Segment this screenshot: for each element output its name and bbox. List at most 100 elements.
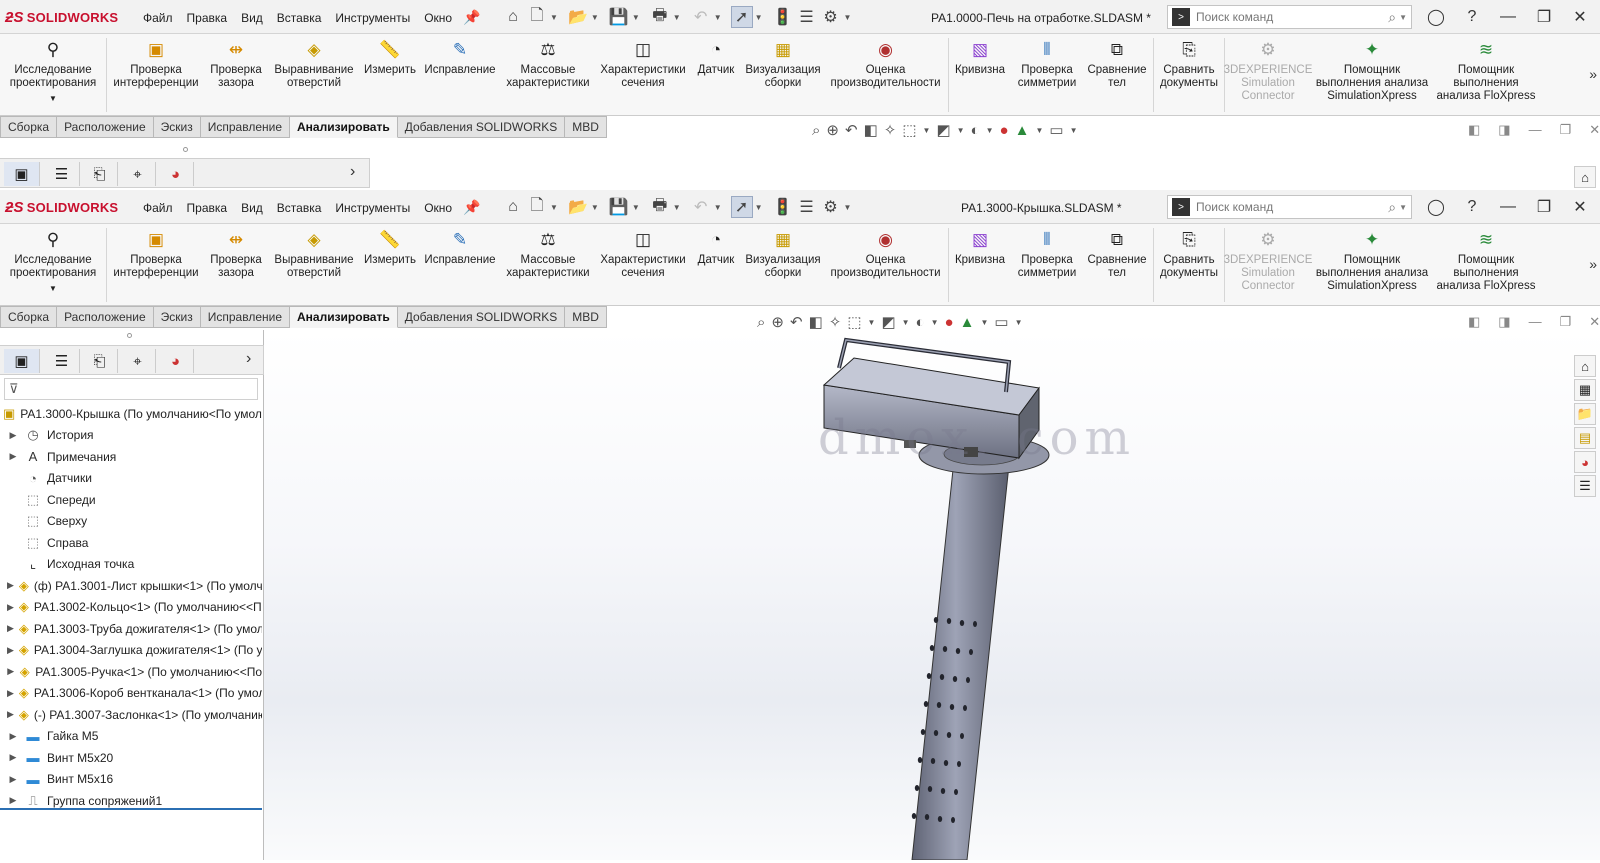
minimize-icon[interactable]: — (1497, 7, 1519, 27)
menu-insert[interactable]: Вставка (277, 201, 322, 215)
simulationxpress-button[interactable]: ✦ Помощник выполнения анализа SimulationX… (1313, 38, 1431, 103)
tree-item[interactable]: ▶ A Примечания (0, 446, 262, 468)
close-icon[interactable]: ✕ (1569, 7, 1591, 27)
prev-doc-icon[interactable]: ◧ (1468, 122, 1480, 138)
expand-arrow-icon[interactable]: ▶ (7, 580, 14, 591)
help-icon[interactable]: ? (1461, 7, 1483, 27)
tab-sketch[interactable]: Эскиз (153, 306, 201, 328)
filter-icon[interactable]: ⊽ (9, 381, 19, 396)
menu-tools[interactable]: Инструменты (335, 11, 410, 25)
view-settings-dropdown-icon[interactable]: ▼ (1070, 126, 1078, 135)
options-icon[interactable]: ⚙ (820, 6, 842, 28)
options-dropdown-icon[interactable]: ▼ (844, 203, 852, 212)
clearance-button[interactable]: ⇹ Проверка зазора (205, 38, 267, 90)
simulationxpress-button[interactable]: ✦ Помощник выполнения анализа SimulationX… (1313, 228, 1431, 293)
display-manager-tab-icon[interactable]: ◕ (158, 349, 194, 373)
mass-properties-button[interactable]: ⚖ Массовые характеристики (503, 228, 593, 280)
user-icon[interactable]: ◯ (1425, 197, 1447, 217)
new-document-icon[interactable]: 🗋 (526, 6, 548, 28)
tree-root[interactable]: ▣ PA1.3000-Крышка (По умолчанию<По умолча… (0, 403, 262, 425)
display-style-dropdown-icon[interactable]: ▼ (902, 318, 910, 327)
sensor-button[interactable]: ◔ Датчик (692, 228, 740, 267)
tab-sketch[interactable]: Эскиз (153, 116, 201, 138)
tree-item[interactable]: ▶ ◷ История (0, 425, 262, 447)
fix-button[interactable]: ✎ Исправление (422, 38, 498, 77)
scene-dropdown-icon[interactable]: ▼ (1035, 126, 1043, 135)
restore-icon[interactable]: ❐ (1533, 197, 1555, 217)
close-icon[interactable]: ✕ (1569, 197, 1591, 217)
tree-item[interactable]: ⬚ Спереди (0, 489, 262, 511)
feature-manager-tab-icon[interactable]: ▣ (4, 162, 40, 186)
hide-show-dropdown-icon[interactable]: ▼ (986, 126, 994, 135)
tree-item[interactable]: ▶ ◈ PA1.3005-Ручка<1> (По умолчанию<<По (0, 661, 262, 683)
view-settings-icon[interactable]: ▭ (994, 313, 1008, 331)
previous-view-icon[interactable]: ↶ (790, 313, 803, 331)
ribbon-more-icon[interactable]: » (1589, 256, 1597, 272)
open-icon[interactable]: 📂 (567, 196, 589, 218)
compare-documents-button[interactable]: ⎘ Сравнить документы (1157, 228, 1221, 280)
tree-item[interactable]: ⬚ Сверху (0, 511, 262, 533)
new-document-icon[interactable]: 🗋 (526, 196, 548, 218)
select-dropdown-icon[interactable]: ▼ (755, 13, 763, 22)
fix-button[interactable]: ✎ Исправление (422, 228, 498, 267)
menu-tools[interactable]: Инструменты (335, 201, 410, 215)
select-icon[interactable]: ➚ (730, 196, 753, 218)
tab-assembly[interactable]: Сборка (0, 306, 58, 328)
task-pane-explorer-icon[interactable]: 📁 (1574, 403, 1596, 425)
file-properties-icon[interactable]: ☰ (796, 196, 818, 218)
investigate-button[interactable]: ⚲ Исследование проектирования ▼ (7, 228, 99, 295)
view-settings-icon[interactable]: ▭ (1049, 121, 1063, 139)
panel-handle-icon[interactable] (127, 333, 132, 338)
zoom-area-icon[interactable]: ⊕ (826, 121, 839, 139)
floxpress-button[interactable]: ≋ Помощник выполнения анализа FloXpress (1436, 38, 1536, 103)
tab-layout[interactable]: Расположение (57, 116, 154, 138)
tab-addins[interactable]: Добавления SOLIDWORKS (397, 116, 566, 138)
task-pane-library-icon[interactable]: ▦ (1574, 379, 1596, 401)
property-manager-tab-icon[interactable]: ☰ (44, 349, 80, 373)
hole-align-button[interactable]: ◈ Выравнивание отверстий (271, 228, 357, 280)
home-icon[interactable]: ⌂ (502, 6, 524, 28)
tree-item[interactable]: ▶ ▬ Винт М5х20 (0, 747, 262, 769)
tree-item[interactable]: ▶ ◈ PA1.3006-Короб вентканала<1> (По умолч (0, 683, 262, 705)
view-orientation-icon[interactable]: ⬚ (902, 121, 916, 139)
manager-expand-icon[interactable]: › (350, 163, 355, 181)
expand-arrow-icon[interactable]: ▶ (7, 645, 14, 656)
expand-arrow-icon[interactable]: ▶ (7, 602, 14, 613)
rebuild-icon[interactable]: 🚦 (772, 196, 794, 218)
expand-arrow-icon[interactable]: ▶ (7, 774, 19, 785)
section-view-icon[interactable]: ◧ (864, 121, 878, 139)
symmetry-button[interactable]: ⫴ Проверка симметрии (1012, 228, 1082, 280)
expand-arrow-icon[interactable]: ▶ (7, 709, 14, 720)
open-dropdown-icon[interactable]: ▼ (591, 13, 599, 22)
next-doc-icon[interactable]: ◨ (1498, 122, 1510, 138)
tab-markup[interactable]: Исправление (200, 306, 290, 328)
scene-icon[interactable]: ▲ (960, 314, 975, 331)
menu-file[interactable]: Файл (143, 201, 173, 215)
pin-icon[interactable]: 📌 (463, 9, 480, 26)
undo-icon[interactable]: ↶ (690, 196, 712, 218)
search-input[interactable]: Поиск команд (1196, 10, 1388, 24)
home-icon[interactable]: ⌂ (502, 196, 524, 218)
section-properties-button[interactable]: ◫ Характеристики сечения (597, 38, 689, 90)
feature-manager-tab-icon[interactable]: ▣ (4, 349, 40, 373)
previous-view-icon[interactable]: ↶ (845, 121, 858, 139)
undo-icon[interactable]: ↶ (690, 6, 712, 28)
undo-dropdown-icon[interactable]: ▼ (714, 203, 722, 212)
hide-show-icon[interactable]: ◐ (971, 122, 980, 139)
hole-align-button[interactable]: ◈ Выравнивание отверстий (271, 38, 357, 90)
tree-item[interactable]: ▶ ◈ (ф) PA1.3001-Лист крышки<1> (По умолча… (0, 575, 262, 597)
print-dropdown-icon[interactable]: ▼ (673, 203, 681, 212)
tab-mbd[interactable]: MBD (565, 306, 607, 328)
options-icon[interactable]: ⚙ (820, 196, 842, 218)
tab-evaluate[interactable]: Анализировать (290, 116, 398, 138)
interference-button[interactable]: ▣ Проверка интерференции (110, 228, 202, 280)
save-icon[interactable]: 💾 (608, 196, 630, 218)
display-style-icon[interactable]: ◩ (936, 121, 950, 139)
display-style-dropdown-icon[interactable]: ▼ (957, 126, 965, 135)
expand-arrow-icon[interactable]: ▶ (7, 688, 14, 699)
performance-button[interactable]: ◉ Оценка производительности (828, 228, 943, 280)
menu-insert[interactable]: Вставка (277, 11, 322, 25)
expand-arrow-icon[interactable]: ▶ (7, 795, 19, 806)
tree-item[interactable]: ▶ ◈ PA1.3003-Труба дожигателя<1> (По умолч (0, 618, 262, 640)
search-input[interactable]: Поиск команд (1196, 200, 1388, 214)
